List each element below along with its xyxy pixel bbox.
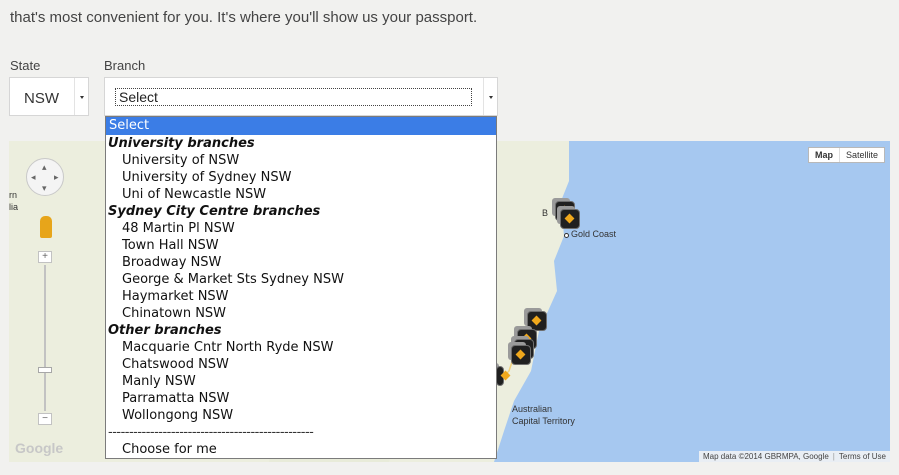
dropdown-option[interactable]: 48 Martin Pl NSW (106, 220, 496, 237)
dropdown-option[interactable]: University of NSW (106, 152, 496, 169)
dropdown-option[interactable]: Parramatta NSW (106, 390, 496, 407)
dropdown-option[interactable]: Macquarie Cntr North Ryde NSW (106, 339, 496, 356)
map-label-act-line2: Capital Territory (512, 416, 575, 426)
map-label-act-line1: Australian (512, 404, 553, 414)
branch-dropdown-list[interactable]: Select University branches University of N… (105, 116, 497, 459)
dropdown-optgroup: Other branches (108, 323, 222, 338)
branch-marker-icon[interactable] (511, 345, 531, 365)
map-type-map-button[interactable]: Map (809, 148, 840, 162)
terms-of-use-link[interactable]: Terms of Use (839, 452, 886, 461)
map-type-control[interactable]: Map Satellite (807, 147, 885, 163)
pan-right-icon[interactable]: ▸ (54, 172, 59, 183)
branch-marker-icon[interactable] (560, 209, 580, 229)
branch-label: Branch (104, 58, 146, 73)
dropdown-option[interactable]: Chinatown NSW (106, 305, 496, 322)
dropdown-option[interactable]: Town Hall NSW (106, 237, 496, 254)
map-label-left-n: rn (9, 190, 18, 200)
state-select-arrow-icon[interactable] (74, 78, 88, 115)
dropdown-option[interactable]: Uni of Newcastle NSW (106, 186, 496, 203)
dropdown-option[interactable]: Broadway NSW (106, 254, 496, 271)
dropdown-option[interactable]: Choose for me (106, 441, 496, 458)
branch-marker-icon[interactable] (527, 311, 547, 331)
branch-select-arrow-icon[interactable] (483, 78, 497, 115)
pan-down-icon[interactable]: ▾ (42, 183, 47, 194)
dropdown-separator: ----------------------------------------… (108, 425, 314, 440)
google-logo: Google (15, 440, 64, 456)
map-label-b: B (542, 208, 549, 218)
dropdown-option[interactable]: Manly NSW (106, 373, 496, 390)
pan-up-icon[interactable]: ▴ (42, 162, 47, 173)
zoom-out-button[interactable]: − (38, 413, 52, 425)
pan-control[interactable]: ▴ ▾ ◂ ▸ (26, 158, 64, 196)
zoom-slider-handle[interactable] (38, 367, 52, 373)
dropdown-option[interactable]: Wollongong NSW (106, 407, 496, 424)
intro-text: that's most convenient for you. It's whe… (10, 9, 478, 26)
branch-select[interactable]: Select (104, 77, 498, 116)
map-data-text: Map data ©2014 GBRMPA, Google (702, 452, 829, 461)
zoom-control[interactable]: + − (38, 251, 52, 425)
state-label: State (10, 58, 41, 73)
state-select-value: NSW (24, 90, 59, 107)
state-select[interactable]: NSW (9, 77, 89, 116)
map-attribution: Map data ©2014 GBRMPA, Google | Terms of U… (698, 451, 890, 462)
gold-coast-dot (564, 233, 569, 238)
branch-marker-icon[interactable] (496, 366, 504, 386)
street-view-pegman-icon[interactable] (40, 216, 52, 238)
branch-select-value: Select (115, 88, 472, 106)
pan-left-icon[interactable]: ◂ (31, 172, 36, 183)
zoom-in-button[interactable]: + (38, 251, 52, 263)
map-label-gold-coast: Gold Coast (571, 229, 617, 239)
dropdown-optgroup: University branches (108, 136, 255, 151)
dropdown-option[interactable]: Haymarket NSW (106, 288, 496, 305)
map-type-satellite-button[interactable]: Satellite (840, 148, 884, 162)
dropdown-option[interactable]: University of Sydney NSW (106, 169, 496, 186)
dropdown-optgroup: Sydney City Centre branches (108, 204, 321, 219)
dropdown-option[interactable]: Select (106, 117, 496, 135)
zoom-slider-track[interactable] (44, 265, 46, 411)
dropdown-option[interactable]: George & Market Sts Sydney NSW (106, 271, 496, 288)
map-label-left-lia: lia (9, 202, 19, 212)
dropdown-option[interactable]: Chatswood NSW (106, 356, 496, 373)
